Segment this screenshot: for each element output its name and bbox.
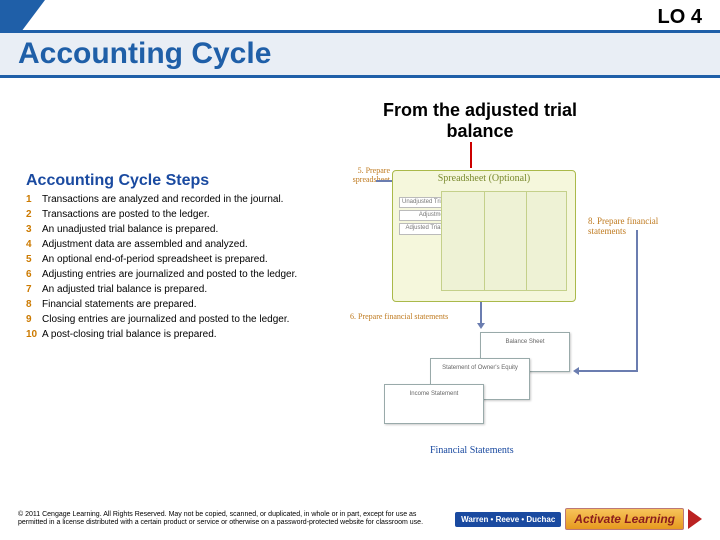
activate-label: Activate Learning: [565, 508, 684, 530]
step-item: 2Transactions are posted to the ledger.: [26, 209, 336, 220]
step-item: 8Financial statements are prepared.: [26, 299, 336, 310]
arrow-icon: [688, 509, 702, 529]
financial-statements-area: Balance Sheet Statement of Owner's Equit…: [370, 328, 630, 448]
fs-sheet: Income Statement: [384, 384, 484, 424]
step-item: 6Adjusting entries are journalized and p…: [26, 269, 336, 280]
figure-title: Accounting Cycle Steps: [26, 172, 336, 190]
step-text: Transactions are analyzed and recorded i…: [42, 194, 283, 205]
figure-area: Accounting Cycle Steps 1Transactions are…: [20, 170, 700, 470]
step-item: 3An unadjusted trial balance is prepared…: [26, 224, 336, 235]
steps-panel: Accounting Cycle Steps 1Transactions are…: [26, 172, 336, 344]
arrow-icon: [480, 302, 482, 324]
step-item: 7An adjusted trial balance is prepared.: [26, 284, 336, 295]
step-item: 10A post-closing trial balance is prepar…: [26, 329, 336, 340]
step-text: Transactions are posted to the ledger.: [42, 209, 210, 220]
step-text: Adjustment data are assembled and analyz…: [42, 239, 248, 250]
lo-tag: LO 4: [658, 6, 702, 29]
step-text: Financial statements are prepared.: [42, 299, 197, 310]
fs-caption: Financial Statements: [430, 445, 514, 456]
callout-text: From the adjusted trial balance: [380, 100, 580, 142]
title-bar: Accounting Cycle: [0, 30, 720, 78]
step-item: 5An optional end-of-period spreadsheet i…: [26, 254, 336, 265]
brand-badge: Warren • Reeve • Duchac: [455, 512, 561, 527]
step8-callout: 8. Prepare financial statements: [588, 216, 688, 236]
spreadsheet-grid: [441, 191, 567, 291]
callout-connector: [470, 142, 472, 168]
copyright-text: © 2011 Cengage Learning. All Rights Rese…: [18, 511, 438, 526]
step-item: 4Adjustment data are assembled and analy…: [26, 239, 336, 250]
step-item: 1Transactions are analyzed and recorded …: [26, 194, 336, 205]
steps-list: 1Transactions are analyzed and recorded …: [26, 194, 336, 340]
step-text: An adjusted trial balance is prepared.: [42, 284, 207, 295]
step-text: An optional end-of-period spreadsheet is…: [42, 254, 268, 265]
step-item: 9Closing entries are journalized and pos…: [26, 314, 336, 325]
page-title: Accounting Cycle: [18, 37, 271, 71]
step6-callout: 6. Prepare financial statements: [350, 312, 448, 321]
step-text: Adjusting entries are journalized and po…: [42, 269, 297, 280]
step-text: A post-closing trial balance is prepared…: [42, 329, 217, 340]
spreadsheet-title: Spreadsheet (Optional): [393, 173, 575, 184]
spreadsheet-box: Spreadsheet (Optional) Unadjusted Trial …: [392, 170, 576, 302]
footer: © 2011 Cengage Learning. All Rights Rese…: [18, 508, 702, 530]
step-text: An unadjusted trial balance is prepared.: [42, 224, 218, 235]
activate-learning-badge: Warren • Reeve • Duchac Activate Learnin…: [455, 508, 702, 530]
step-text: Closing entries are journalized and post…: [42, 314, 289, 325]
